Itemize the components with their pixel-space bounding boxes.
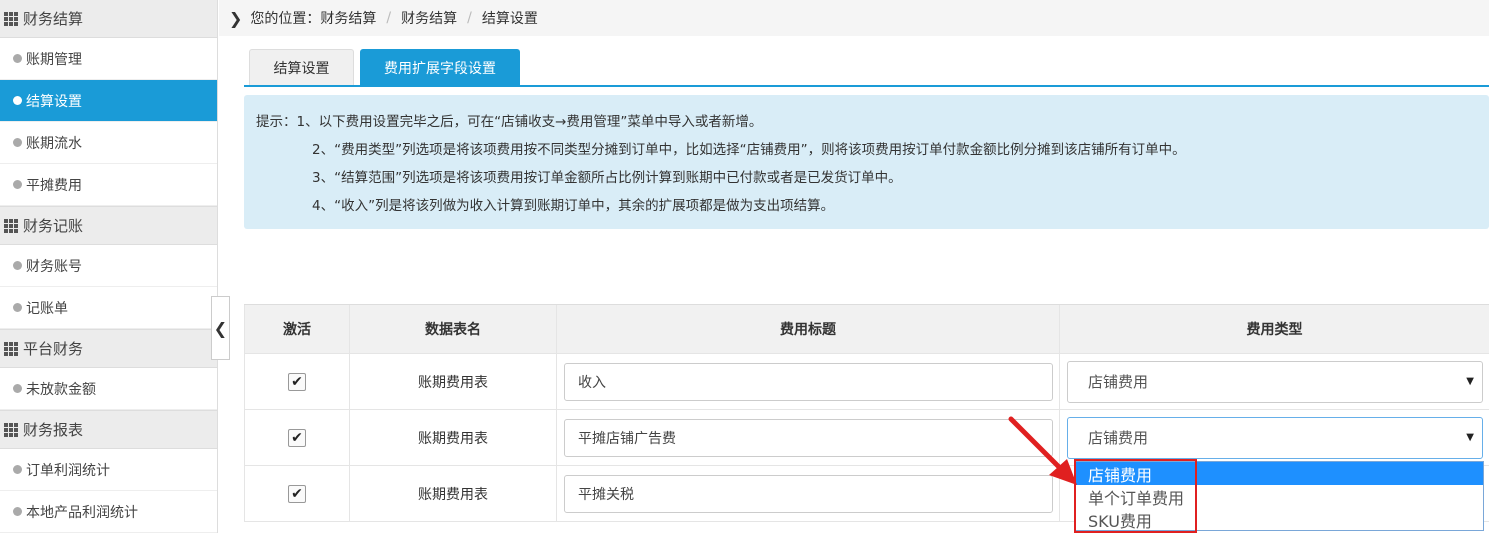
column-header-fee-title: 费用标题 — [557, 305, 1060, 353]
fee-title-input[interactable]: 平摊店铺广告费 — [564, 418, 1053, 457]
bullet-icon — [13, 507, 22, 516]
bullet-icon — [13, 465, 22, 474]
breadcrumb-item[interactable]: 财务结算 — [320, 8, 376, 28]
fee-type-select[interactable]: 店铺费用 ▼ — [1067, 360, 1483, 403]
sidebar-item-label: 记账单 — [26, 300, 68, 317]
breadcrumb-item[interactable]: 财务结算 — [401, 8, 457, 28]
sidebar-group-label: 平台财务 — [23, 340, 84, 358]
check-icon: ✔ — [291, 373, 303, 390]
sidebar-item-label: 未放款金额 — [26, 381, 96, 398]
active-cell: ✔ — [244, 354, 350, 409]
tip-line: 3、“结算范围”列选项是将该项费用按订单金额所占比例计算到账期中已付款或者是已发… — [312, 170, 902, 186]
sidebar-item-billing-period[interactable]: 账期管理 — [0, 38, 217, 80]
fee-type-cell: 店铺费用 ▼ — [1060, 410, 1489, 465]
breadcrumb-separator: / — [386, 10, 392, 26]
sidebar-group-bookkeeping[interactable]: 财务记账 — [0, 206, 217, 245]
sidebar-group-settlement[interactable]: 财务结算 — [0, 0, 217, 38]
fee-type-select[interactable]: 店铺费用 ▼ — [1067, 416, 1483, 459]
grid-icon — [4, 422, 18, 437]
sidebar-item-local-product-profit[interactable]: 本地产品利润统计 — [0, 491, 217, 533]
dropdown-option-single-order-fee[interactable]: 单个订单费用 — [1075, 485, 1483, 508]
sidebar-item-finance-accounts[interactable]: 财务账号 — [0, 245, 217, 287]
fee-title-input[interactable]: 收入 — [564, 362, 1053, 401]
sidebar-item-order-profit[interactable]: 订单利润统计 — [0, 449, 217, 491]
breadcrumb-item: 结算设置 — [481, 11, 538, 27]
sidebar-group-label: 财务结算 — [23, 10, 84, 28]
table-header-row: 激活 数据表名 费用标题 费用类型 — [244, 304, 1489, 354]
bullet-icon — [13, 384, 22, 393]
tip-line: 2、“费用类型”列选项是将该项费用按不同类型分摊到订单中，比如选择“店铺费用”，… — [312, 142, 1186, 158]
fee-title-cell: 收入 — [557, 354, 1060, 409]
fee-title-cell: 平摊店铺广告费 — [557, 410, 1060, 465]
column-header-table-name: 数据表名 — [350, 305, 557, 353]
tab-settlement-settings[interactable]: 结算设置 — [249, 49, 354, 85]
breadcrumb: ❯ 您的位置： 财务结算 / 财务结算 / 结算设置 — [219, 0, 1489, 36]
active-cell: ✔ — [244, 410, 350, 465]
tip-line: 4、“收入”列是将该列做为收入计算到账期订单中，其余的扩展项都是做为支出项结算。 — [312, 198, 835, 214]
bullet-icon — [13, 54, 22, 63]
sidebar-item-label: 本地产品利润统计 — [26, 504, 138, 521]
fee-type-value: 店铺费用 — [1088, 373, 1149, 391]
table-name-cell: 账期费用表 — [350, 354, 557, 409]
caret-down-icon: ▼ — [1466, 432, 1474, 443]
active-cell: ✔ — [244, 466, 350, 521]
table-name-cell: 账期费用表 — [350, 466, 557, 521]
dropdown-option-store-fee[interactable]: 店铺费用 — [1075, 462, 1483, 485]
sidebar-item-label: 财务账号 — [26, 258, 82, 275]
sidebar-item-label: 订单利润统计 — [26, 462, 110, 479]
bullet-icon — [13, 261, 22, 270]
sidebar-item-journal[interactable]: 记账单 — [0, 287, 217, 329]
sidebar-item-unreleased-amount[interactable]: 未放款金额 — [0, 368, 217, 410]
active-checkbox[interactable]: ✔ — [288, 372, 306, 391]
sidebar-item-label: 账期管理 — [26, 51, 82, 68]
active-checkbox[interactable]: ✔ — [288, 428, 306, 447]
bullet-icon — [13, 180, 22, 189]
sidebar-item-period-ledger[interactable]: 账期流水 — [0, 122, 217, 164]
caret-down-icon: ▼ — [1466, 376, 1474, 387]
sidebar-group-reports[interactable]: 财务报表 — [0, 410, 217, 449]
fee-type-cell: 店铺费用 ▼ — [1060, 354, 1489, 409]
tips-panel: 提示：1、以下费用设置完毕之后，可在“店铺收支→费用管理”菜单中导入或者新增。 … — [244, 95, 1489, 229]
dropdown-option-sku-fee[interactable]: SKU费用 — [1075, 508, 1483, 531]
fee-type-dropdown-list: 店铺费用 单个订单费用 SKU费用 — [1074, 461, 1484, 531]
sidebar-group-label: 财务记账 — [23, 217, 84, 235]
sidebar-item-label: 平摊费用 — [26, 177, 82, 194]
bullet-icon — [13, 138, 22, 147]
active-checkbox[interactable]: ✔ — [288, 484, 306, 503]
check-icon: ✔ — [291, 485, 303, 502]
bullet-icon — [13, 303, 22, 312]
check-icon: ✔ — [291, 429, 303, 446]
table-name-cell: 账期费用表 — [350, 410, 557, 465]
column-header-active: 激活 — [244, 305, 350, 353]
tab-bar: 结算设置 费用扩展字段设置 — [244, 49, 1489, 87]
sidebar-item-label: 账期流水 — [26, 135, 82, 152]
breadcrumb-separator: / — [467, 10, 472, 26]
sidebar: 财务结算 账期管理 结算设置 账期流水 平摊费用 财务记账 财务账号 记账单 平… — [0, 0, 218, 533]
column-header-fee-type: 费用类型 — [1246, 322, 1303, 338]
chevron-left-icon: ❮ — [213, 318, 228, 338]
grid-icon — [4, 341, 18, 356]
chevron-right-icon: ❯ — [229, 8, 243, 28]
table-row: ✔ 账期费用表 收入 店铺费用 ▼ — [244, 354, 1489, 410]
fee-title-cell: 平摊关税 — [557, 466, 1060, 521]
table-row: ✔ 账期费用表 平摊店铺广告费 店铺费用 ▼ — [244, 410, 1489, 466]
sidebar-group-platform-finance[interactable]: 平台财务 — [0, 329, 217, 368]
fee-type-value: 店铺费用 — [1088, 429, 1149, 447]
sidebar-item-shared-costs[interactable]: 平摊费用 — [0, 164, 217, 206]
sidebar-group-label: 财务报表 — [23, 421, 84, 439]
breadcrumb-prefix: 您的位置： — [250, 11, 321, 27]
fee-title-input[interactable]: 平摊关税 — [564, 474, 1053, 513]
grid-icon — [4, 11, 18, 26]
sidebar-item-label: 结算设置 — [26, 93, 82, 110]
tab-fee-extension-fields[interactable]: 费用扩展字段设置 — [360, 49, 520, 85]
tip-line: 提示：1、以下费用设置完毕之后，可在“店铺收支→费用管理”菜单中导入或者新增。 — [256, 114, 763, 130]
sidebar-collapse-button[interactable]: ❮ — [211, 296, 230, 360]
bullet-icon — [13, 96, 22, 105]
sidebar-item-settlement-settings[interactable]: 结算设置 — [0, 80, 217, 122]
grid-icon — [4, 218, 18, 233]
